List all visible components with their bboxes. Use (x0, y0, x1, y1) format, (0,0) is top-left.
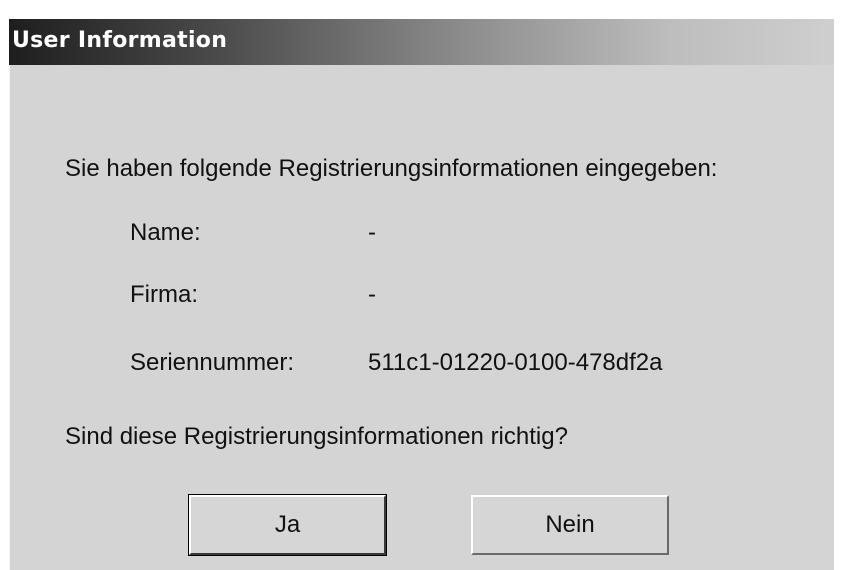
serial-number-value: 511c1-01220-0100-478df2a (368, 349, 663, 376)
dialog-title: User Information (12, 28, 228, 53)
company-label: Firma: (130, 281, 198, 308)
intro-text: Sie haben folgende Registrierungsinforma… (65, 155, 718, 182)
name-label: Name: (130, 219, 201, 246)
no-button[interactable]: Nein (471, 495, 669, 555)
confirmation-question: Sind diese Registrierungsinformationen r… (65, 423, 568, 450)
title-bar[interactable]: User Information (9, 19, 834, 65)
user-information-dialog: User Information Sie haben folgende Regi… (9, 19, 834, 570)
yes-button-label: Ja (274, 511, 301, 538)
name-value: - (368, 219, 376, 246)
yes-button[interactable]: Ja (188, 494, 387, 556)
serial-number-label: Seriennummer: (130, 349, 295, 376)
company-value: - (368, 281, 376, 308)
no-button-label: Nein (545, 511, 595, 538)
